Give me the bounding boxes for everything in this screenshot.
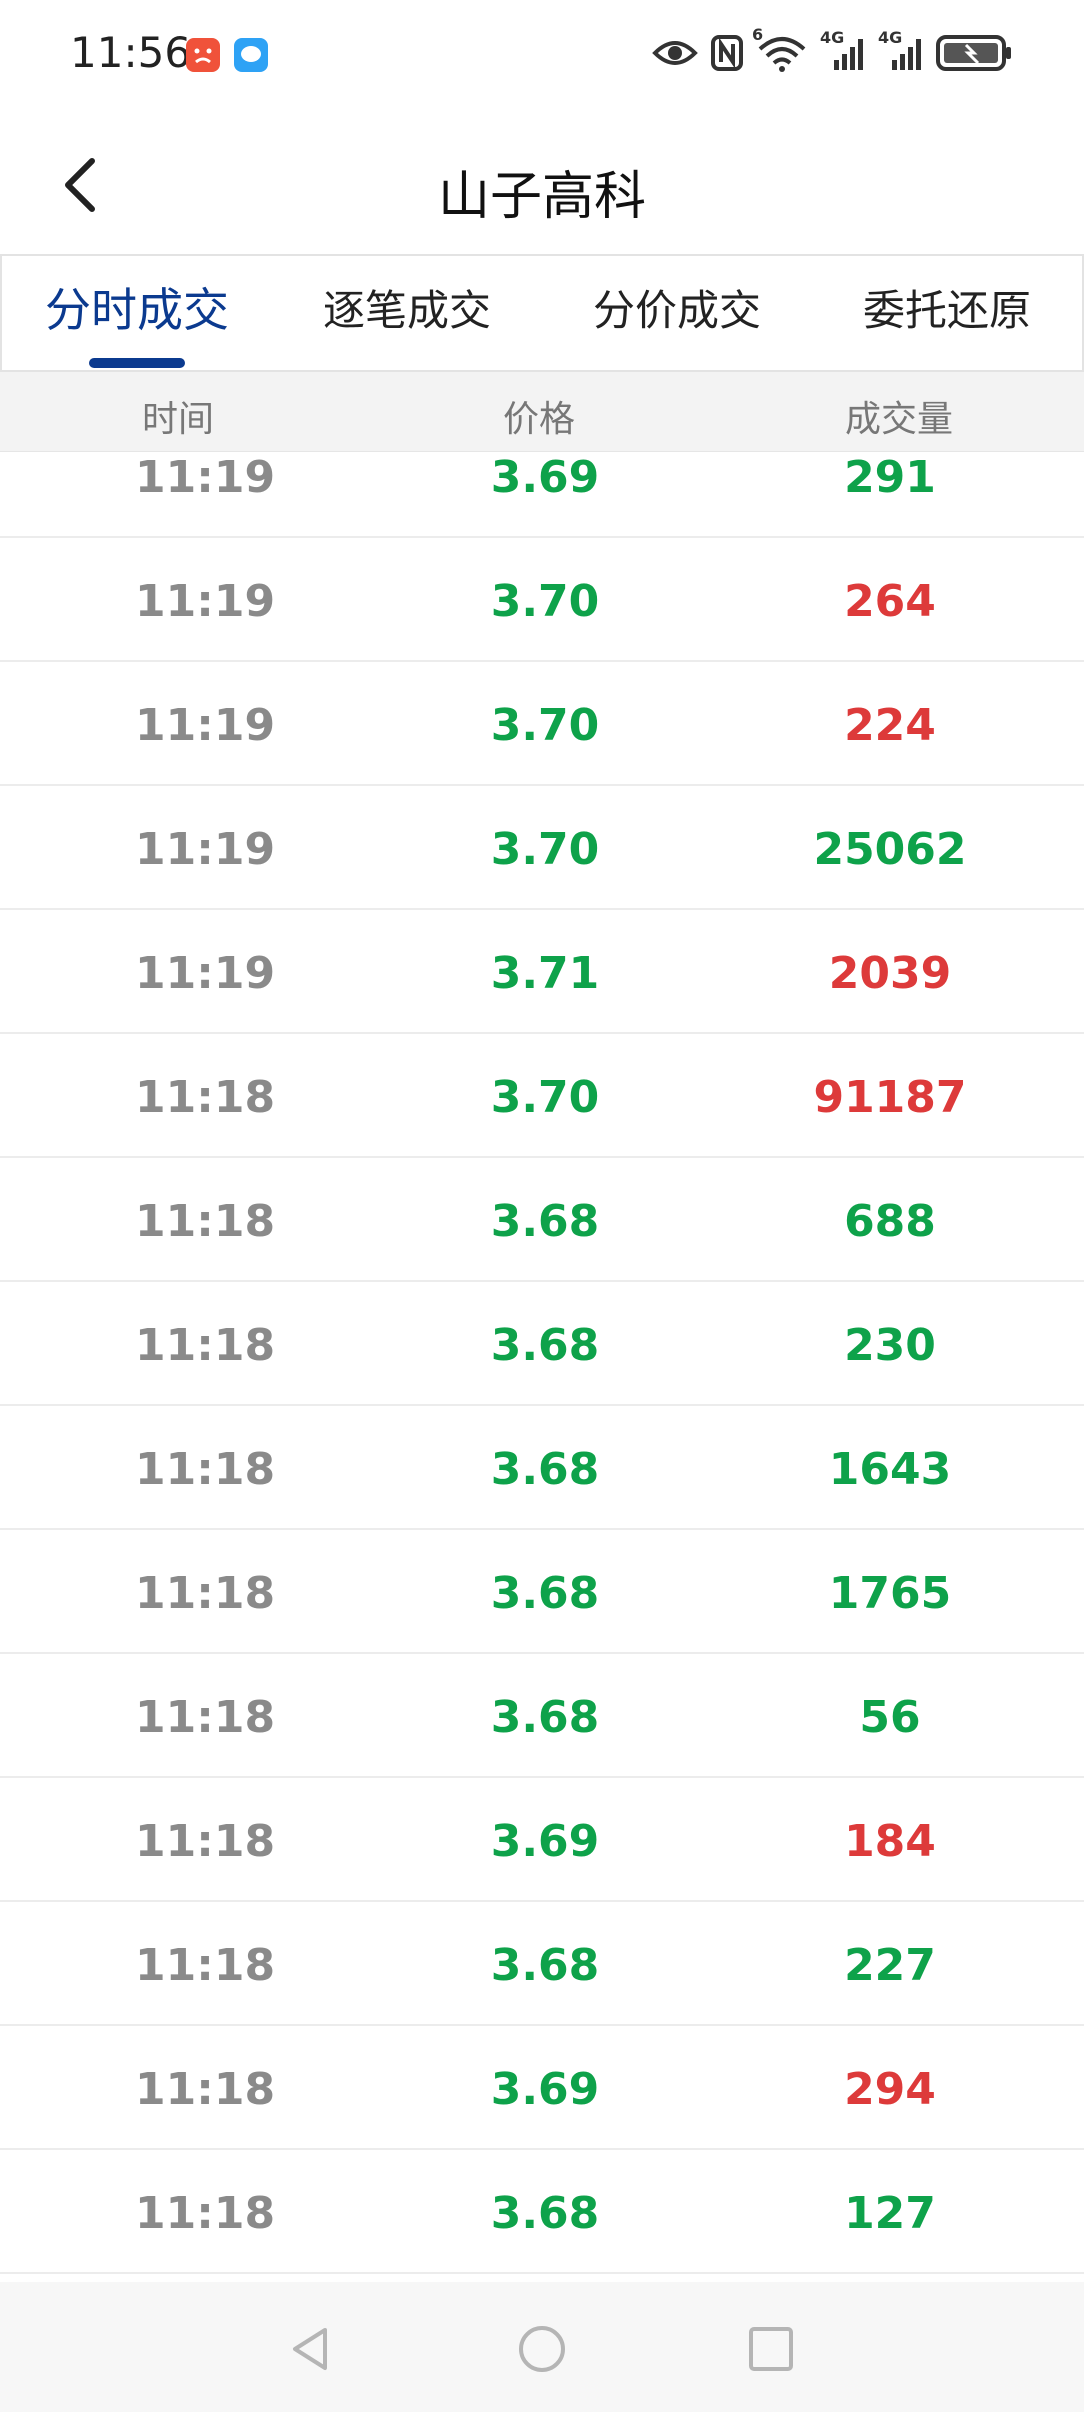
page-title: 山子高科 [437, 167, 646, 227]
tab-label: 分价成交 [592, 285, 761, 335]
column-header-price: 价格 [503, 399, 576, 440]
trade-price: 3.68 [490, 1320, 600, 1371]
nfc-icon [710, 34, 744, 76]
trade-price: 3.69 [490, 2064, 600, 2115]
trade-price: 3.71 [490, 948, 600, 999]
trade-price: 3.68 [490, 1568, 600, 1619]
trade-volume: 56 [859, 1692, 921, 1743]
table-row: 11:18 3.68 227 [0, 1902, 1084, 2026]
page-header: 山子高科 [0, 110, 1084, 255]
trade-time: 11:19 [135, 576, 276, 627]
table-row: 11:19 3.70 224 [0, 662, 1084, 786]
trade-price: 3.68 [490, 1940, 600, 1991]
trade-time: 11:18 [135, 1940, 276, 1991]
wifi-label: 6 [752, 25, 764, 44]
table-row: 11:19 3.70 25062 [0, 786, 1084, 910]
trade-time: 11:18 [135, 1568, 276, 1619]
tab-tick-trades[interactable]: 逐笔成交 [272, 256, 542, 370]
table-row: 11:19 3.71 2039 [0, 910, 1084, 1034]
column-header-time: 时间 [142, 399, 215, 440]
table-header: 时间 价格 成交量 [0, 372, 1084, 452]
trade-time: 11:18 [135, 2064, 276, 2115]
tab-bar: 分时成交 逐笔成交 分价成交 委托还原 [0, 254, 1084, 372]
trade-price: 3.69 [490, 452, 600, 503]
trade-price: 3.68 [490, 1692, 600, 1743]
tab-order-restore[interactable]: 委托还原 [812, 256, 1082, 370]
table-row: 11:19 3.70 264 [0, 538, 1084, 662]
tab-label: 委托还原 [862, 285, 1031, 335]
tab-active-indicator [89, 358, 185, 368]
trade-volume: 291 [844, 452, 936, 503]
4g-signal-icon: 4G [878, 28, 924, 76]
table-row: 11:18 3.68 56 [0, 1654, 1084, 1778]
red-app-icon [186, 38, 220, 72]
trade-time: 11:19 [135, 824, 276, 875]
trade-volume: 1765 [828, 1568, 952, 1619]
trade-time: 11:18 [135, 1692, 276, 1743]
table-row: 11:18 3.68 1765 [0, 1530, 1084, 1654]
4g-signal-icon: 4G [820, 28, 866, 76]
trade-price: 3.70 [490, 824, 600, 875]
trade-time: 11:18 [135, 2188, 276, 2239]
tab-time-trades[interactable]: 分时成交 [2, 256, 272, 370]
trade-volume: 230 [844, 1320, 936, 1371]
trade-volume: 224 [844, 700, 936, 751]
trade-time: 11:19 [135, 700, 276, 751]
trade-price: 3.69 [490, 1816, 600, 1867]
table-row: 11:18 3.68 127 [0, 2150, 1084, 2274]
trade-price: 3.68 [490, 1196, 600, 1247]
tab-label: 逐笔成交 [322, 285, 491, 335]
blue-chat-icon [234, 38, 268, 72]
recents-square-icon[interactable] [746, 2324, 796, 2374]
trade-time: 11:19 [135, 948, 276, 999]
tab-label: 分时成交 [45, 283, 229, 337]
trade-time: 11:18 [135, 1444, 276, 1495]
trade-price: 3.68 [490, 2188, 600, 2239]
tab-price-trades[interactable]: 分价成交 [542, 256, 812, 370]
trade-price: 3.68 [490, 1444, 600, 1495]
table-row: 11:18 3.68 688 [0, 1158, 1084, 1282]
wifi-6-icon: 6 [752, 25, 808, 77]
trade-time: 11:18 [135, 1196, 276, 1247]
status-bar: 11:56 6 4G 4G [0, 0, 1084, 110]
trade-volume: 227 [844, 1940, 936, 1991]
table-row: 11:19 3.69 291 [0, 452, 1084, 538]
trade-list[interactable]: 11:19 3.69 291 11:19 3.70 264 11:19 3.70 224 11:1… [0, 452, 1084, 2282]
battery-icon [936, 33, 1012, 77]
table-row: 11:18 3.68 1643 [0, 1406, 1084, 1530]
trade-volume: 25062 [813, 824, 967, 875]
trade-price: 3.70 [490, 1072, 600, 1123]
trade-volume: 264 [844, 576, 936, 627]
status-time: 11:56 [70, 28, 192, 77]
table-row: 11:18 3.68 230 [0, 1282, 1084, 1406]
trade-time: 11:18 [135, 1816, 276, 1867]
trade-volume: 2039 [828, 948, 952, 999]
trade-volume: 1643 [828, 1444, 952, 1495]
table-row: 11:18 3.69 184 [0, 1778, 1084, 1902]
home-circle-icon[interactable] [517, 2324, 567, 2374]
back-triangle-icon[interactable] [285, 2324, 335, 2374]
column-header-volume: 成交量 [845, 399, 954, 440]
trade-volume: 294 [844, 2064, 936, 2115]
trade-time: 11:19 [135, 452, 276, 503]
table-row: 11:18 3.70 91187 [0, 1034, 1084, 1158]
4g-label: 4G [878, 28, 903, 47]
4g-label: 4G [820, 28, 845, 47]
trade-volume: 688 [844, 1196, 936, 1247]
table-row: 11:18 3.69 294 [0, 2026, 1084, 2150]
trade-volume: 184 [844, 1816, 936, 1867]
status-indicators: 6 4G 4G [652, 25, 1012, 80]
trade-volume: 127 [844, 2188, 936, 2239]
trade-time: 11:18 [135, 1072, 276, 1123]
eye-icon [652, 37, 698, 73]
system-nav-bar [0, 2282, 1084, 2412]
trade-volume: 91187 [813, 1072, 967, 1123]
trade-price: 3.70 [490, 576, 600, 627]
trade-price: 3.70 [490, 700, 600, 751]
trade-time: 11:18 [135, 1320, 276, 1371]
